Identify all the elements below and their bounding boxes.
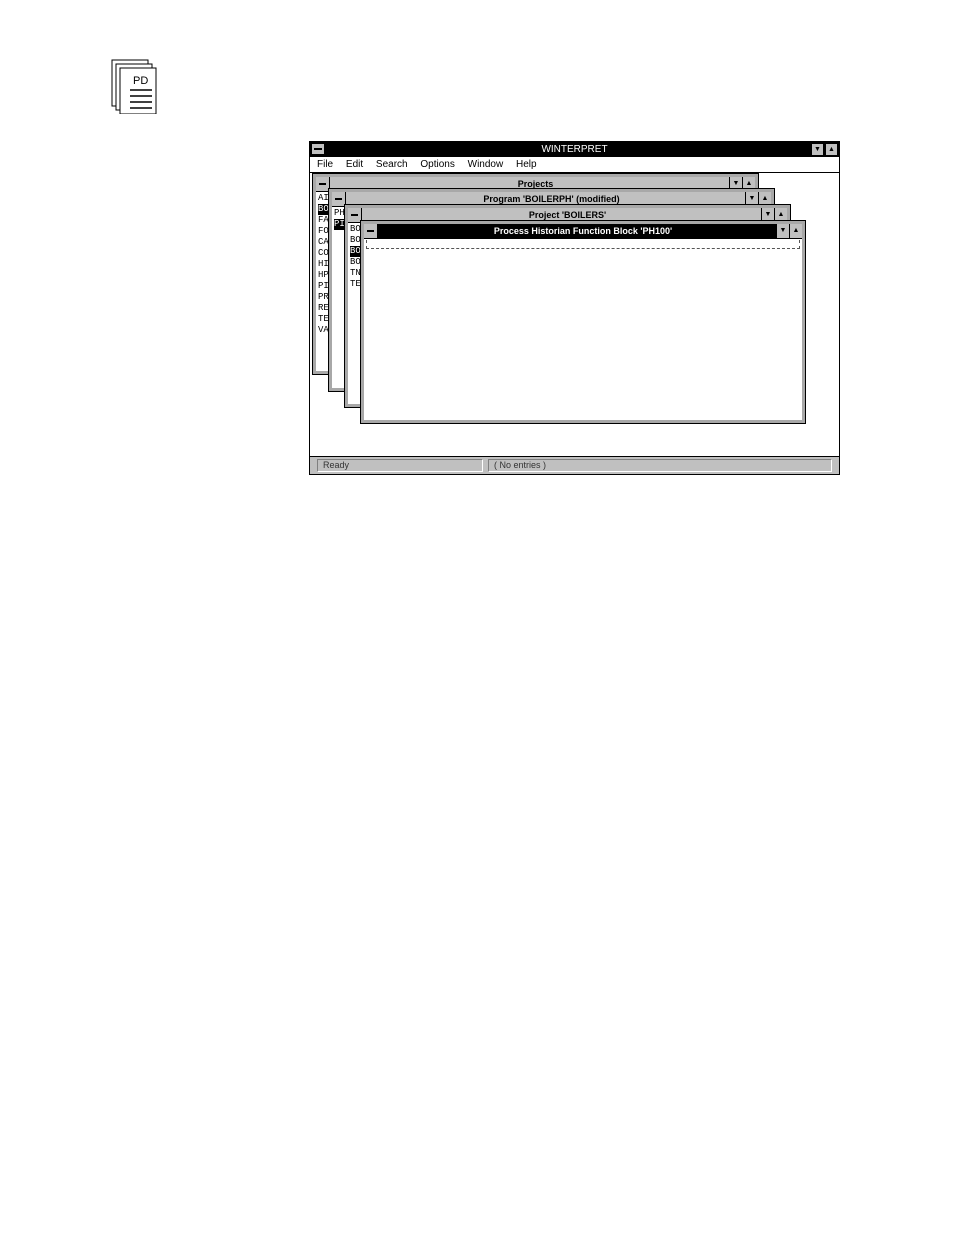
list-item[interactable]: RE <box>318 303 329 314</box>
program-maximize-button[interactable]: ▲ <box>758 192 771 206</box>
function-block-maximize-button[interactable]: ▲ <box>789 224 802 238</box>
status-bar: Ready ( No entries ) <box>310 456 839 474</box>
list-item[interactable]: BO <box>350 235 361 246</box>
menu-help[interactable]: Help <box>516 159 537 170</box>
function-block-minimize-button[interactable]: ▼ <box>776 224 789 238</box>
list-item-selected[interactable]: PI <box>334 219 345 230</box>
menu-file[interactable]: File <box>317 159 333 170</box>
list-item-selected[interactable]: BO <box>318 204 329 215</box>
list-item-selected[interactable]: BO <box>350 246 361 257</box>
system-menu-button[interactable] <box>311 143 325 155</box>
project-minimize-button[interactable]: ▼ <box>761 208 774 222</box>
project-title: Project 'BOILERS' <box>528 210 607 220</box>
list-item[interactable]: PI <box>318 281 329 292</box>
list-item[interactable]: PH <box>334 208 345 219</box>
list-item[interactable]: TN <box>350 268 361 279</box>
program-system-button[interactable] <box>332 192 346 206</box>
list-item[interactable]: FA <box>318 215 329 226</box>
status-entries: ( No entries ) <box>488 459 832 472</box>
menu-search[interactable]: Search <box>376 159 408 170</box>
project-list: BO BO BO BO TN TE <box>350 224 361 290</box>
projects-title: Projects <box>517 179 554 189</box>
focus-row[interactable] <box>366 240 800 249</box>
status-ready: Ready <box>317 459 483 472</box>
list-item[interactable]: BO <box>350 224 361 235</box>
function-block-window[interactable]: Process Historian Function Block 'PH100'… <box>360 220 806 424</box>
program-minimize-button[interactable]: ▼ <box>745 192 758 206</box>
project-system-button[interactable] <box>348 208 362 222</box>
app-title-bar[interactable]: WINTERPRET ▼ ▲ <box>310 142 839 157</box>
app-window: WINTERPRET ▼ ▲ File Edit Search Options … <box>309 141 840 475</box>
document-stack-icon: PD <box>111 59 157 114</box>
program-list: PH PI <box>334 208 345 230</box>
doc-icon-label: PD <box>133 75 148 87</box>
list-item[interactable]: AI <box>318 193 329 204</box>
list-item[interactable]: HP <box>318 270 329 281</box>
list-item[interactable]: CO <box>318 248 329 259</box>
menu-options[interactable]: Options <box>420 159 454 170</box>
menu-bar: File Edit Search Options Window Help <box>310 157 839 173</box>
function-block-title-bar[interactable]: Process Historian Function Block 'PH100'… <box>364 224 802 239</box>
projects-list: AI BO FA FO CA CO HI HP PI PR RE TE VA <box>318 193 329 336</box>
menu-window[interactable]: Window <box>468 159 504 170</box>
list-item[interactable]: FO <box>318 226 329 237</box>
list-item[interactable]: VA <box>318 325 329 336</box>
project-maximize-button[interactable]: ▲ <box>774 208 787 222</box>
minimize-button[interactable]: ▼ <box>811 143 824 156</box>
list-item[interactable]: PR <box>318 292 329 303</box>
menu-edit[interactable]: Edit <box>346 159 363 170</box>
list-item[interactable]: TE <box>318 314 329 325</box>
function-block-title: Process Historian Function Block 'PH100' <box>493 226 673 236</box>
app-title: WINTERPRET <box>541 144 608 155</box>
list-item[interactable]: CA <box>318 237 329 248</box>
list-item[interactable]: BO <box>350 257 361 268</box>
function-block-system-button[interactable] <box>364 224 378 238</box>
list-item[interactable]: HI <box>318 259 329 270</box>
program-title: Program 'BOILERPH' (modified) <box>483 194 620 204</box>
list-item[interactable]: TE <box>350 279 361 290</box>
maximize-button[interactable]: ▲ <box>825 143 838 156</box>
projects-system-button[interactable] <box>316 177 330 191</box>
